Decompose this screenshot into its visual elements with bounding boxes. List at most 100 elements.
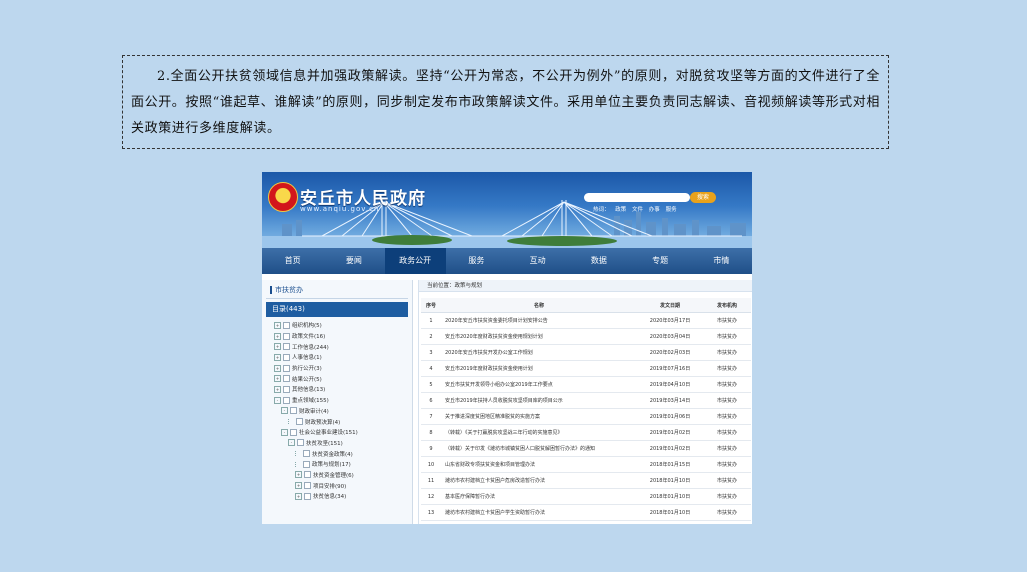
row-title-link[interactable]: 潍坊市农村建档立卡贫困户学生资助暂行办法 xyxy=(441,504,637,521)
row-index: 9 xyxy=(421,440,441,457)
table-row[interactable]: 7 关于推进深度贫困地区精准脱贫的实施方案 2019年01月06日 市扶贫办 xyxy=(421,408,751,425)
nav-item-gov-info[interactable]: 政务公开 xyxy=(384,248,446,274)
row-title-link[interactable]: 安丘市2019年扶持人员收脱贫攻坚项目库的项目公示 xyxy=(441,392,637,409)
nav-item-interaction[interactable]: 互动 xyxy=(507,248,568,274)
nav-item-city-info[interactable]: 市情 xyxy=(691,248,752,274)
nav-item-home[interactable]: 首页 xyxy=(262,248,323,274)
collapse-icon[interactable]: - xyxy=(274,396,281,404)
tree-node[interactable]: + 工作信息(244) xyxy=(262,341,412,352)
row-date: 2019年01月02日 xyxy=(637,424,703,441)
row-title-link[interactable]: 安丘市2020年度财政扶贫资金使用规划计划 xyxy=(441,328,637,345)
nav-item-news[interactable]: 要闻 xyxy=(323,248,384,274)
row-title-link[interactable]: 安丘市扶贫开发领导小组办公室2019年工作要点 xyxy=(441,376,637,393)
hot-word-link[interactable]: 文件 xyxy=(632,207,643,213)
tree-node[interactable]: + 扶贫信息(34) xyxy=(262,491,412,502)
tree-node[interactable]: + 政策文件(16) xyxy=(262,331,412,342)
tree-node-label: 政策与规划(17) xyxy=(312,462,351,469)
tree-node[interactable]: + 人事信息(1) xyxy=(262,352,412,363)
table-row[interactable]: 2 安丘市2020年度财政扶贫资金使用规划计划 2020年03月04日 市扶贫办 xyxy=(421,328,751,345)
hot-word-link[interactable]: 政策 xyxy=(615,207,626,213)
row-title-link[interactable]: 2020年安丘市扶贫资金委托项目计划安排公告 xyxy=(441,312,637,329)
tree-node[interactable]: 扶贫资金政策(4) xyxy=(262,448,412,459)
expand-icon[interactable]: + xyxy=(274,332,281,340)
row-publisher: 市扶贫办 xyxy=(703,472,751,489)
tree-node[interactable]: - 扶贫攻坚(151) xyxy=(262,438,412,449)
expand-icon[interactable]: + xyxy=(295,492,302,500)
table-row[interactable]: 6 安丘市2019年扶持人员收脱贫攻坚项目库的项目公示 2019年03月14日 市扶贫… xyxy=(421,392,751,409)
row-publisher: 市扶贫办 xyxy=(703,504,751,521)
nav-item-data[interactable]: 数据 xyxy=(568,248,629,274)
row-publisher: 市扶贫办 xyxy=(703,328,751,345)
tree-node[interactable]: - 社会公益事业建设(151) xyxy=(262,427,412,438)
row-publisher: 市扶贫办 xyxy=(703,344,751,361)
table-row[interactable]: 9 （转载）关于印发《潍坊市城镇贫困人口脱贫解困暂行办法》的通知 2019年01月0… xyxy=(421,440,751,457)
table-row[interactable]: 12 基本医疗保障暂行办法 2018年01月10日 市扶贫办 xyxy=(421,488,751,505)
tree-node-label: 结果公开(5) xyxy=(292,376,322,383)
row-title-link[interactable]: 安丘市2019年度财政扶贫资金使用计划 xyxy=(441,360,637,377)
table-row[interactable]: 8 （转载）《关于打赢脱贫攻坚战三年行动的实施意见》 2019年01月02日 市扶贫办 xyxy=(421,424,751,441)
tree-node[interactable]: - 财政审计(4) xyxy=(262,406,412,417)
tree-node-label: 扶贫资金管理(6) xyxy=(313,472,354,479)
nav-item-topics[interactable]: 专题 xyxy=(630,248,691,274)
row-index: 14 xyxy=(421,520,441,524)
folder-icon xyxy=(303,450,310,458)
tree-node[interactable]: + 组织机构(5) xyxy=(262,320,412,331)
row-title-link[interactable]: 关于推进深度贫困地区精准脱贫的实施方案 xyxy=(441,408,637,425)
tree-node-label: 其他信息(13) xyxy=(292,387,326,394)
tree-node[interactable]: + 执行公开(3) xyxy=(262,363,412,374)
tree-node[interactable]: + 其他信息(13) xyxy=(262,384,412,395)
hot-word-link[interactable]: 办事 xyxy=(649,207,660,213)
tree-node[interactable]: + 扶贫资金管理(6) xyxy=(262,470,412,481)
row-date: 2019年04月10日 xyxy=(637,376,703,393)
row-title-link[interactable]: （转载）关于印发《潍坊市城镇贫困人口脱贫解困暂行办法》的通知 xyxy=(441,440,637,457)
tree-node[interactable]: 政策与规划(17) xyxy=(262,459,412,470)
table-row[interactable]: 10 山东省财政专项扶贫资金和项目管理办法 2018年01月15日 市扶贫办 xyxy=(421,456,751,473)
tree-node-label: 政策文件(16) xyxy=(292,334,326,341)
expand-icon[interactable]: + xyxy=(274,364,281,372)
folder-icon xyxy=(283,364,290,372)
expand-icon[interactable]: + xyxy=(274,375,281,383)
catalog-header[interactable]: 目录(443) xyxy=(266,302,408,317)
collapse-icon[interactable]: - xyxy=(281,428,288,436)
collapse-icon[interactable]: - xyxy=(281,407,288,415)
site-search-input[interactable] xyxy=(584,193,690,202)
table-row[interactable]: 13 潍坊市农村建档立卡贫困户学生资助暂行办法 2018年01月10日 市扶贫办 xyxy=(421,504,751,521)
expand-icon[interactable]: + xyxy=(274,353,281,361)
tree-node[interactable]: + 项目安排(90) xyxy=(262,480,412,491)
row-index: 12 xyxy=(421,488,441,505)
row-title-link[interactable]: 潍坊市农村建档立卡贫困户危房改造暂行办法 xyxy=(441,472,637,489)
site-banner: 安丘市人民政府 www.anqiu.gov.cn 搜索 热词： 政策 文件 办事… xyxy=(262,172,752,248)
nav-item-services[interactable]: 服务 xyxy=(446,248,507,274)
row-title-link[interactable]: 2020年安丘市扶贫开发办公室工作规划 xyxy=(441,344,637,361)
tree-node[interactable]: - 重点领域(155) xyxy=(262,395,412,406)
table-row[interactable]: 4 安丘市2019年度财政扶贫资金使用计划 2019年07月16日 市扶贫办 xyxy=(421,360,751,377)
collapse-icon[interactable]: - xyxy=(288,439,295,447)
policy-text-box: 2.全面公开扶贫领域信息并加强政策解读。坚持“公开为常态，不公开为例外”的原则，… xyxy=(122,55,889,149)
website-screenshot: 安丘市人民政府 www.anqiu.gov.cn 搜索 热词： 政策 文件 办事… xyxy=(262,172,752,524)
tree-node[interactable]: + 结果公开(5) xyxy=(262,373,412,384)
row-publisher: 市扶贫办 xyxy=(703,360,751,377)
table-row[interactable]: 1 2020年安丘市扶贫资金委托项目计划安排公告 2020年03月17日 市扶贫办 xyxy=(421,312,751,329)
table-row[interactable]: 14安丘市2017年减贫计划2017年06月12日市扶贫办 xyxy=(421,520,751,524)
table-row[interactable]: 5 安丘市扶贫开发领导小组办公室2019年工作要点 2019年04月10日 市扶贫办 xyxy=(421,376,751,393)
tree-node[interactable]: 财政预决算(4) xyxy=(262,416,412,427)
row-index: 11 xyxy=(421,472,441,489)
row-index: 7 xyxy=(421,408,441,425)
row-title-link[interactable]: （转载）《关于打赢脱贫攻坚战三年行动的实施意见》 xyxy=(441,424,637,441)
hot-word-link[interactable]: 服务 xyxy=(666,207,677,213)
table-header-row: 序号 名称 发文日期 发布机构 xyxy=(421,298,751,313)
expand-icon[interactable]: + xyxy=(274,385,281,393)
expand-icon[interactable]: + xyxy=(274,343,281,351)
expand-icon[interactable]: + xyxy=(274,321,281,329)
expand-icon[interactable]: + xyxy=(295,471,302,479)
header-title: 名称 xyxy=(441,298,637,313)
folder-icon xyxy=(304,482,311,490)
expand-icon[interactable]: + xyxy=(295,482,302,490)
row-title-link[interactable]: 安丘市2017年减贫计划 xyxy=(441,520,637,524)
folder-icon xyxy=(304,492,311,500)
table-row[interactable]: 11 潍坊市农村建档立卡贫困户危房改造暂行办法 2018年01月10日 市扶贫办 xyxy=(421,472,751,489)
table-row[interactable]: 3 2020年安丘市扶贫开发办公室工作规划 2020年02月03日 市扶贫办 xyxy=(421,344,751,361)
row-title-link[interactable]: 山东省财政专项扶贫资金和项目管理办法 xyxy=(441,456,637,473)
site-search-button[interactable]: 搜索 xyxy=(690,192,716,203)
row-title-link[interactable]: 基本医疗保障暂行办法 xyxy=(441,488,637,505)
